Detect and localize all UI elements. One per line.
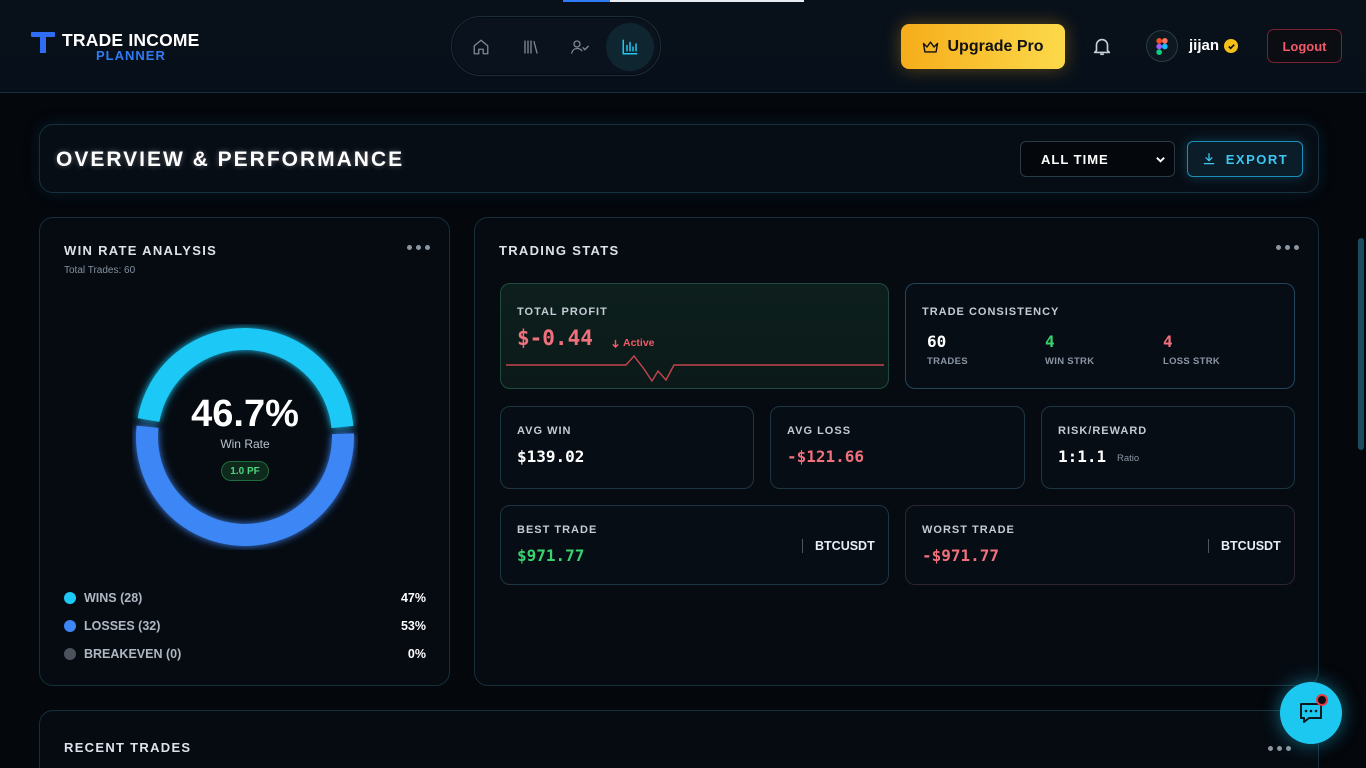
win-streak-label: WIN STRK [1045, 356, 1095, 367]
time-range-select[interactable]: ALL TIME [1020, 141, 1175, 177]
export-label: EXPORT [1225, 151, 1289, 167]
logo-text-secondary: PLANNER [96, 48, 166, 63]
notification-bell-icon[interactable] [1091, 35, 1113, 57]
consistency-loss-streak: 4 LOSS STRK [1163, 332, 1220, 367]
app-logo[interactable]: TRADE INCOME PLANNER [31, 30, 211, 64]
chevron-down-icon [1156, 157, 1165, 163]
avg-win-tile: AVG WIN $139.02 [500, 406, 754, 489]
total-profit-tile: TOTAL PROFIT $-0.44 Active [500, 283, 889, 389]
page-title: OVERVIEW & PERFORMANCE [56, 148, 405, 171]
best-trade-value: $971.77 [517, 546, 585, 565]
best-trade-tile: BEST TRADE $971.77 BTCUSDT [500, 505, 889, 585]
avg-loss-value: -$121.66 [787, 447, 865, 466]
nav-home[interactable] [457, 23, 505, 71]
more-options-icon[interactable] [1268, 746, 1291, 751]
legend-item-losses: LOSSES (32) 53% [64, 616, 426, 636]
loss-streak-value: 4 [1163, 332, 1173, 351]
win-rate-sub-label: Win Rate [220, 437, 270, 451]
export-button[interactable]: EXPORT [1187, 141, 1303, 177]
risk-reward-unit: Ratio [1117, 453, 1140, 464]
home-icon [473, 39, 489, 55]
win-streak-value: 4 [1045, 332, 1055, 351]
consistency-win-streak: 4 WIN STRK [1045, 332, 1094, 367]
avg-loss-tile: AVG LOSS -$121.66 [770, 406, 1025, 489]
page-scrollbar[interactable] [1358, 238, 1364, 450]
best-trade-pair: BTCUSDT [802, 539, 875, 553]
profit-factor-badge: 1.0 PF [221, 461, 269, 481]
wins-dot-icon [64, 592, 76, 604]
risk-reward-value: 1:1.1 [1058, 447, 1107, 466]
trading-stats-title: TRADING STATS [499, 243, 620, 258]
logout-button[interactable]: Logout [1267, 29, 1342, 63]
library-icon [524, 40, 538, 54]
consistency-trades-label: TRADES [927, 356, 968, 367]
arrow-down-icon [612, 339, 619, 348]
legend-value: 47% [400, 591, 426, 605]
legend-value: 0% [407, 647, 426, 661]
crown-icon [923, 40, 939, 53]
legend-label: LOSSES (32) [84, 619, 161, 633]
recent-trades-card: RECENT TRADES [39, 710, 1319, 768]
best-trade-label: BEST TRADE [517, 524, 598, 536]
time-range-value: ALL TIME [1041, 151, 1109, 167]
profit-sparkline [506, 354, 884, 383]
page-load-progress [563, 0, 804, 2]
top-bar: TRADE INCOME PLANNER Upgrade Pro jijan L… [0, 0, 1366, 93]
risk-reward-tile: RISK/REWARD 1:1.1 Ratio [1041, 406, 1295, 489]
total-profit-value: $-0.44 [517, 326, 593, 350]
breakeven-dot-icon [64, 648, 76, 660]
worst-trade-value: -$971.77 [922, 546, 1000, 565]
worst-trade-label: WORST TRADE [922, 524, 1015, 536]
worst-trade-tile: WORST TRADE -$971.77 BTCUSDT [905, 505, 1295, 585]
total-trades-label: Total Trades: 60 [64, 265, 136, 276]
download-icon [1203, 153, 1215, 165]
verified-badge-icon [1224, 39, 1238, 53]
logo-mark-icon [31, 32, 55, 54]
consistency-trades-value: 60 [927, 332, 947, 351]
trade-consistency-tile: TRADE CONSISTENCY 60 TRADES 4 WIN STRK 4… [905, 283, 1295, 389]
upgrade-pro-button[interactable]: Upgrade Pro [901, 24, 1065, 69]
legend-label: WINS (28) [84, 591, 143, 605]
nav-library[interactable] [507, 23, 555, 71]
legend-value: 53% [400, 619, 426, 633]
trading-stats-card: TRADING STATS TOTAL PROFIT $-0.44 Active… [474, 217, 1319, 686]
win-rate-title: WIN RATE ANALYSIS [64, 243, 218, 258]
worst-trade-pair: BTCUSDT [1208, 539, 1281, 553]
losses-dot-icon [64, 620, 76, 632]
risk-reward-label: RISK/REWARD [1058, 425, 1148, 437]
more-options-icon[interactable] [407, 245, 430, 250]
total-profit-label: TOTAL PROFIT [517, 306, 608, 318]
consistency-trades: 60 TRADES [927, 332, 968, 367]
profit-status: Active [611, 337, 655, 349]
loss-streak-label: LOSS STRK [1163, 356, 1221, 367]
chat-notification-dot [1316, 694, 1328, 706]
profit-status-label: Active [623, 337, 655, 349]
username[interactable]: jijan [1189, 37, 1219, 54]
win-rate-percent: 46.7% [191, 393, 299, 435]
win-rate-card: WIN RATE ANALYSIS Total Trades: 60 46.7%… [39, 217, 450, 686]
avg-loss-label: AVG LOSS [787, 425, 852, 437]
recent-trades-title: RECENT TRADES [64, 740, 192, 755]
legend-item-breakeven: BREAKEVEN (0) 0% [64, 644, 426, 664]
bar-chart-icon [622, 39, 638, 55]
nav-profile[interactable] [556, 23, 604, 71]
donut-center: 46.7% Win Rate 1.0 PF [132, 324, 358, 550]
consistency-label: TRADE CONSISTENCY [922, 306, 1060, 318]
overview-bar: OVERVIEW & PERFORMANCE ALL TIME EXPORT [39, 124, 1319, 193]
legend-label: BREAKEVEN (0) [84, 647, 182, 661]
more-options-icon[interactable] [1276, 245, 1299, 250]
chat-support-button[interactable] [1280, 682, 1342, 744]
avatar[interactable] [1146, 30, 1178, 62]
upgrade-pro-label: Upgrade Pro [947, 37, 1044, 55]
main-nav [451, 16, 661, 76]
avg-win-value: $139.02 [517, 447, 585, 466]
avg-win-label: AVG WIN [517, 425, 572, 437]
legend-item-wins: WINS (28) 47% [64, 588, 426, 608]
user-check-icon [571, 40, 589, 54]
figma-icon [1156, 37, 1168, 55]
nav-analytics[interactable] [606, 23, 654, 71]
